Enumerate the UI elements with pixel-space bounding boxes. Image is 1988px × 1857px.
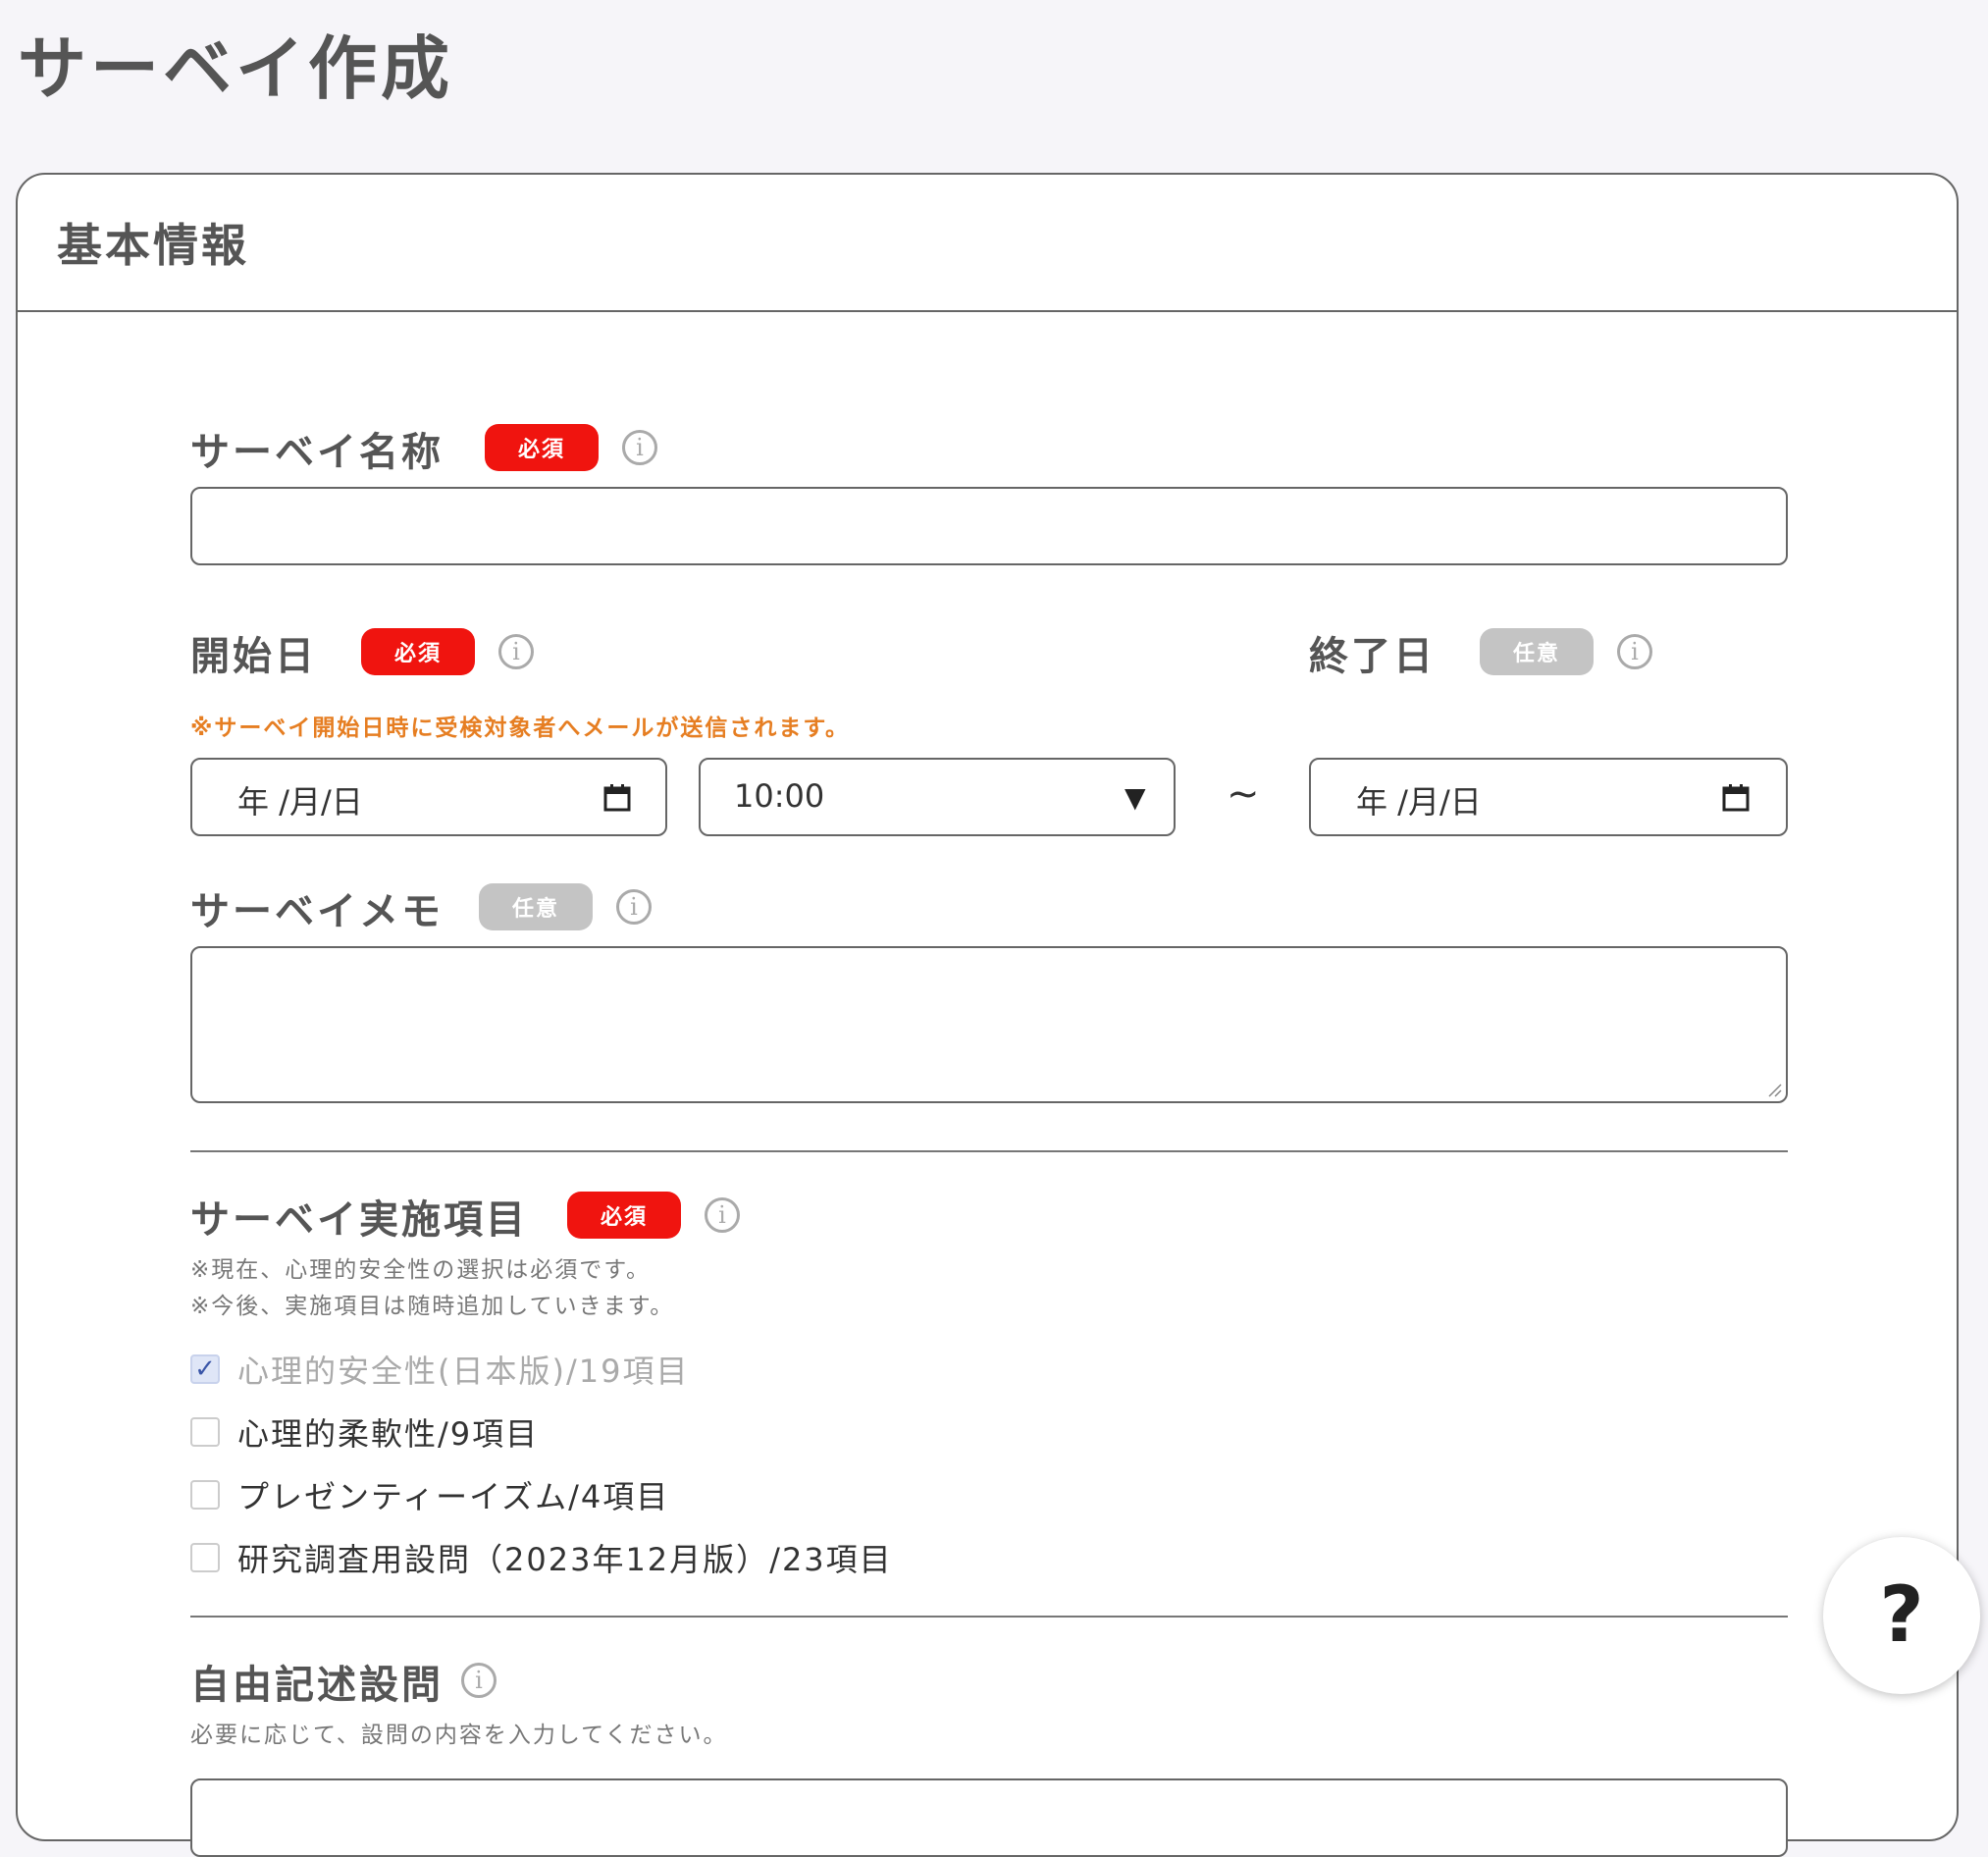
free-text-input[interactable] [190,1778,1788,1857]
required-badge: 必須 [485,424,599,471]
end-date-input[interactable]: 年 /月/日 [1309,758,1788,836]
checkbox-option[interactable]: 心理的柔軟性/9項目 [190,1409,539,1455]
end-date-placeholder: 年 /月/日 [1356,783,1482,821]
survey-items-label: サーベイ実施項目 [190,1197,528,1243]
start-date-input[interactable]: 年 /月/日 [190,758,667,836]
resize-handle-icon[interactable] [1766,1082,1782,1097]
checkbox-option[interactable]: 研究調査用設問（2023年12月版）/23項目 [190,1535,893,1580]
info-icon[interactable]: i [1617,634,1652,669]
date-range-separator: ~ [1227,771,1260,817]
card-header: 基本情報 [18,175,1957,312]
checkbox[interactable] [190,1417,220,1447]
survey-memo-textarea[interactable] [190,946,1788,1103]
survey-name-input[interactable] [190,487,1788,565]
start-date-placeholder: 年 /月/日 [237,783,363,821]
info-icon[interactable]: i [705,1197,740,1233]
checkbox[interactable] [190,1543,220,1572]
survey-items-note: ※今後、実施項目は随時追加していきます。 [190,1294,675,1319]
page-title: サーベイ作成 [18,28,453,109]
calendar-icon[interactable] [1721,783,1751,813]
required-badge: 必須 [361,628,475,675]
start-date-label: 開始日 [190,634,317,679]
required-badge: 必須 [567,1192,681,1239]
checkbox[interactable] [190,1480,220,1510]
info-icon[interactable]: i [616,889,652,925]
start-time-select[interactable]: 10:00 ▼ [699,758,1176,836]
info-icon[interactable]: i [622,430,657,465]
checkbox-label: 研究調査用設問（2023年12月版）/23項目 [237,1541,893,1578]
help-button[interactable]: ? [1823,1537,1980,1694]
checkbox-option[interactable]: プレゼンティーイズム/4項目 [190,1472,669,1517]
optional-badge: 任意 [1480,628,1594,675]
section-divider [190,1150,1788,1152]
section-divider [190,1616,1788,1618]
info-icon[interactable]: i [461,1663,497,1698]
dropdown-arrow-icon: ▼ [1125,781,1146,814]
checkbox[interactable]: ✓ [190,1354,220,1384]
info-icon[interactable]: i [498,634,534,669]
checkbox-label: プレゼンティーイズム/4項目 [237,1478,670,1515]
calendar-icon[interactable] [602,783,632,813]
survey-name-label: サーベイ名称 [190,430,444,475]
basic-info-card: 基本情報 サーベイ名称 必須 i 開始日 必須 i 終了日 任意 i ※サーベイ… [16,173,1959,1857]
start-time-value: 10:00 [734,777,825,815]
card-title: 基本情報 [57,219,249,272]
checkbox-label: 心理的柔軟性/9項目 [237,1415,540,1453]
free-text-note: 必要に応じて、設問の内容を入力してください。 [190,1723,728,1748]
survey-items-note: ※現在、心理的安全性の選択は必須です。 [190,1257,651,1283]
end-date-label: 終了日 [1309,634,1436,679]
start-date-note: ※サーベイ開始日時に受検対象者へメールが送信されます。 [190,716,851,741]
optional-badge: 任意 [479,883,593,930]
free-text-label: 自由記述設問 [190,1663,444,1708]
checkbox-option[interactable]: ✓ 心理的安全性(日本版)/19項目 [190,1347,689,1392]
survey-memo-label: サーベイメモ [190,889,444,934]
checkbox-label: 心理的安全性(日本版)/19項目 [237,1353,690,1390]
